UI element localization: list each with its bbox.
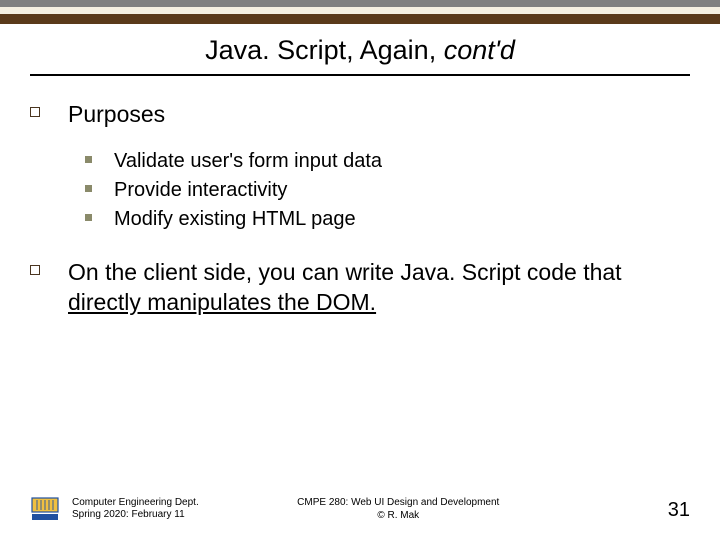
top-band-ivory bbox=[0, 7, 720, 14]
filled-square-bullet-icon bbox=[85, 185, 92, 192]
sub-bullet-text: Validate user's form input data bbox=[114, 148, 382, 174]
footer-center-text: CMPE 280: Web UI Design and Development … bbox=[129, 497, 668, 522]
filled-square-bullet-icon bbox=[85, 156, 92, 163]
top-band-gray bbox=[0, 0, 720, 7]
bullet-text: On the client side, you can write Java. … bbox=[68, 258, 690, 318]
slide-title: Java. Script, Again, cont'd bbox=[0, 35, 720, 66]
sub-bullet-text: Modify existing HTML page bbox=[114, 206, 356, 232]
bullet-text-pre: On the client side, you can write Java. … bbox=[68, 259, 622, 285]
bullet-level2: Modify existing HTML page bbox=[85, 206, 690, 232]
page-number: 31 bbox=[668, 499, 690, 522]
open-square-bullet-icon bbox=[30, 265, 40, 275]
sub-bullet-text: Provide interactivity bbox=[114, 177, 287, 203]
open-square-bullet-icon bbox=[30, 107, 40, 117]
sub-bullet-list: Validate user's form input data Provide … bbox=[85, 148, 690, 232]
title-text-italic: cont'd bbox=[444, 35, 515, 65]
slide-content: Purposes Validate user's form input data… bbox=[30, 100, 690, 328]
bullet-level1: On the client side, you can write Java. … bbox=[30, 258, 690, 318]
slide-footer: Computer Engineering Dept. Spring 2020: … bbox=[30, 496, 690, 522]
title-underline bbox=[30, 74, 690, 76]
bullet-level1: Purposes bbox=[30, 100, 690, 130]
top-band-maroon bbox=[0, 14, 720, 24]
bullet-text: Purposes bbox=[68, 100, 165, 130]
title-text: Java. Script, Again, bbox=[205, 35, 444, 65]
bullet-level2: Validate user's form input data bbox=[85, 148, 690, 174]
filled-square-bullet-icon bbox=[85, 214, 92, 221]
bullet-level2: Provide interactivity bbox=[85, 177, 690, 203]
sjsu-logo-icon bbox=[30, 496, 60, 522]
bullet-text-underlined: directly manipulates the DOM. bbox=[68, 289, 376, 315]
